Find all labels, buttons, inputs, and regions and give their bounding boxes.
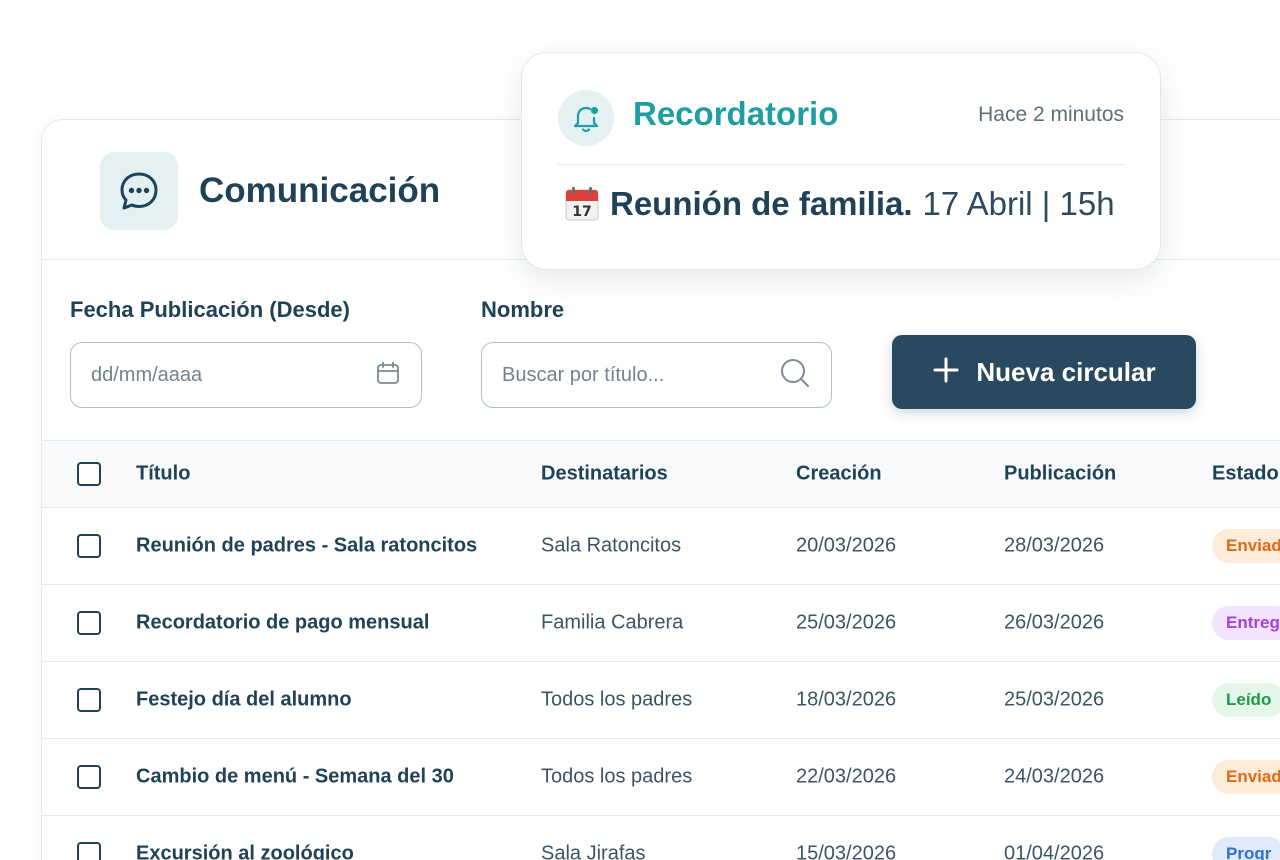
column-created[interactable]: Creación bbox=[796, 463, 882, 486]
column-title[interactable]: Título bbox=[136, 463, 190, 486]
plus-icon bbox=[932, 356, 960, 389]
row-checkbox[interactable] bbox=[77, 765, 101, 789]
row-title[interactable]: Festejo día del alumno bbox=[136, 689, 352, 712]
row-published: 28/03/2026 bbox=[1004, 534, 1105, 557]
date-input-placeholder: dd/mm/aaaa bbox=[91, 363, 203, 386]
notification-event: Reunión de familia. bbox=[610, 185, 913, 222]
chat-bubble-icon bbox=[100, 152, 178, 230]
new-circular-button[interactable]: Nueva circular bbox=[892, 335, 1196, 409]
table-header: Título Destinatarios Creación Publicació… bbox=[42, 440, 1280, 508]
column-published[interactable]: Publicación bbox=[1004, 463, 1116, 486]
circulars-table: Título Destinatarios Creación Publicació… bbox=[42, 440, 1280, 860]
select-all-checkbox[interactable] bbox=[77, 462, 101, 486]
row-published: 24/03/2026 bbox=[1004, 765, 1105, 788]
row-checkbox[interactable] bbox=[77, 688, 101, 712]
row-title[interactable]: Cambio de menú - Semana del 30 bbox=[136, 766, 454, 789]
row-published: 26/03/2026 bbox=[1004, 611, 1105, 634]
row-created: 18/03/2026 bbox=[796, 688, 897, 711]
status-badge: Leído bbox=[1212, 683, 1280, 717]
column-status[interactable]: Estado bbox=[1212, 463, 1279, 486]
row-published: 01/04/2026 bbox=[1004, 842, 1105, 860]
row-published: 25/03/2026 bbox=[1004, 688, 1105, 711]
row-recipients: Todos los padres bbox=[541, 765, 693, 788]
name-filter-label: Nombre bbox=[481, 297, 565, 322]
table-row[interactable]: Recordatorio de pago mensual Familia Cab… bbox=[42, 585, 1280, 662]
row-title[interactable]: Reunión de padres - Sala ratoncitos bbox=[136, 535, 477, 558]
row-checkbox[interactable] bbox=[77, 842, 101, 860]
reminder-notification[interactable]: Recordatorio Hace 2 minutos 17 Reunión d… bbox=[521, 52, 1161, 270]
status-badge: Enviad bbox=[1212, 760, 1280, 794]
notification-body: 17 Reunión de familia. 17 Abril | 15h bbox=[564, 185, 1115, 223]
table-row[interactable]: Festejo día del alumno Todos los padres … bbox=[42, 662, 1280, 739]
notification-divider bbox=[558, 164, 1124, 165]
calendar-icon[interactable] bbox=[375, 360, 401, 391]
status-badge: Enviad bbox=[1212, 529, 1280, 563]
notification-time: Hace 2 minutos bbox=[978, 103, 1124, 126]
row-title[interactable]: Recordatorio de pago mensual bbox=[136, 612, 429, 635]
status-badge: Progr bbox=[1212, 837, 1280, 860]
search-icon[interactable] bbox=[779, 357, 811, 394]
table-row[interactable]: Excursión al zoológico Sala Jirafas 15/0… bbox=[42, 816, 1280, 860]
date-filter-label: Fecha Publicación (Desde) bbox=[70, 297, 350, 322]
row-recipients: Sala Jirafas bbox=[541, 842, 646, 860]
row-title[interactable]: Excursión al zoológico bbox=[136, 843, 354, 860]
row-created: 15/03/2026 bbox=[796, 842, 897, 860]
row-created: 20/03/2026 bbox=[796, 534, 897, 557]
search-input-placeholder: Buscar por título... bbox=[502, 363, 665, 386]
date-input[interactable]: dd/mm/aaaa bbox=[70, 342, 422, 408]
notification-title: Recordatorio bbox=[633, 95, 839, 132]
table-row[interactable]: Cambio de menú - Semana del 30 Todos los… bbox=[42, 739, 1280, 816]
search-input[interactable]: Buscar por título... bbox=[481, 342, 832, 408]
row-created: 25/03/2026 bbox=[796, 611, 897, 634]
new-circular-label: Nueva circular bbox=[976, 356, 1156, 387]
notification-date: 17 Abril | 15h bbox=[922, 185, 1115, 222]
calendar-emoji-day: 17 bbox=[572, 204, 591, 220]
bell-icon bbox=[558, 90, 614, 146]
row-recipients: Sala Ratoncitos bbox=[541, 534, 682, 557]
page-title: Comunicación bbox=[199, 171, 441, 210]
status-badge: Entreg bbox=[1212, 606, 1280, 640]
row-recipients: Familia Cabrera bbox=[541, 611, 684, 634]
row-created: 22/03/2026 bbox=[796, 765, 897, 788]
row-checkbox[interactable] bbox=[77, 611, 101, 635]
column-recipients[interactable]: Destinatarios bbox=[541, 463, 668, 486]
table-row[interactable]: Reunión de padres - Sala ratoncitos Sala… bbox=[42, 508, 1280, 585]
row-recipients: Todos los padres bbox=[541, 688, 693, 711]
calendar-emoji-icon: 17 bbox=[564, 186, 600, 222]
row-checkbox[interactable] bbox=[77, 534, 101, 558]
